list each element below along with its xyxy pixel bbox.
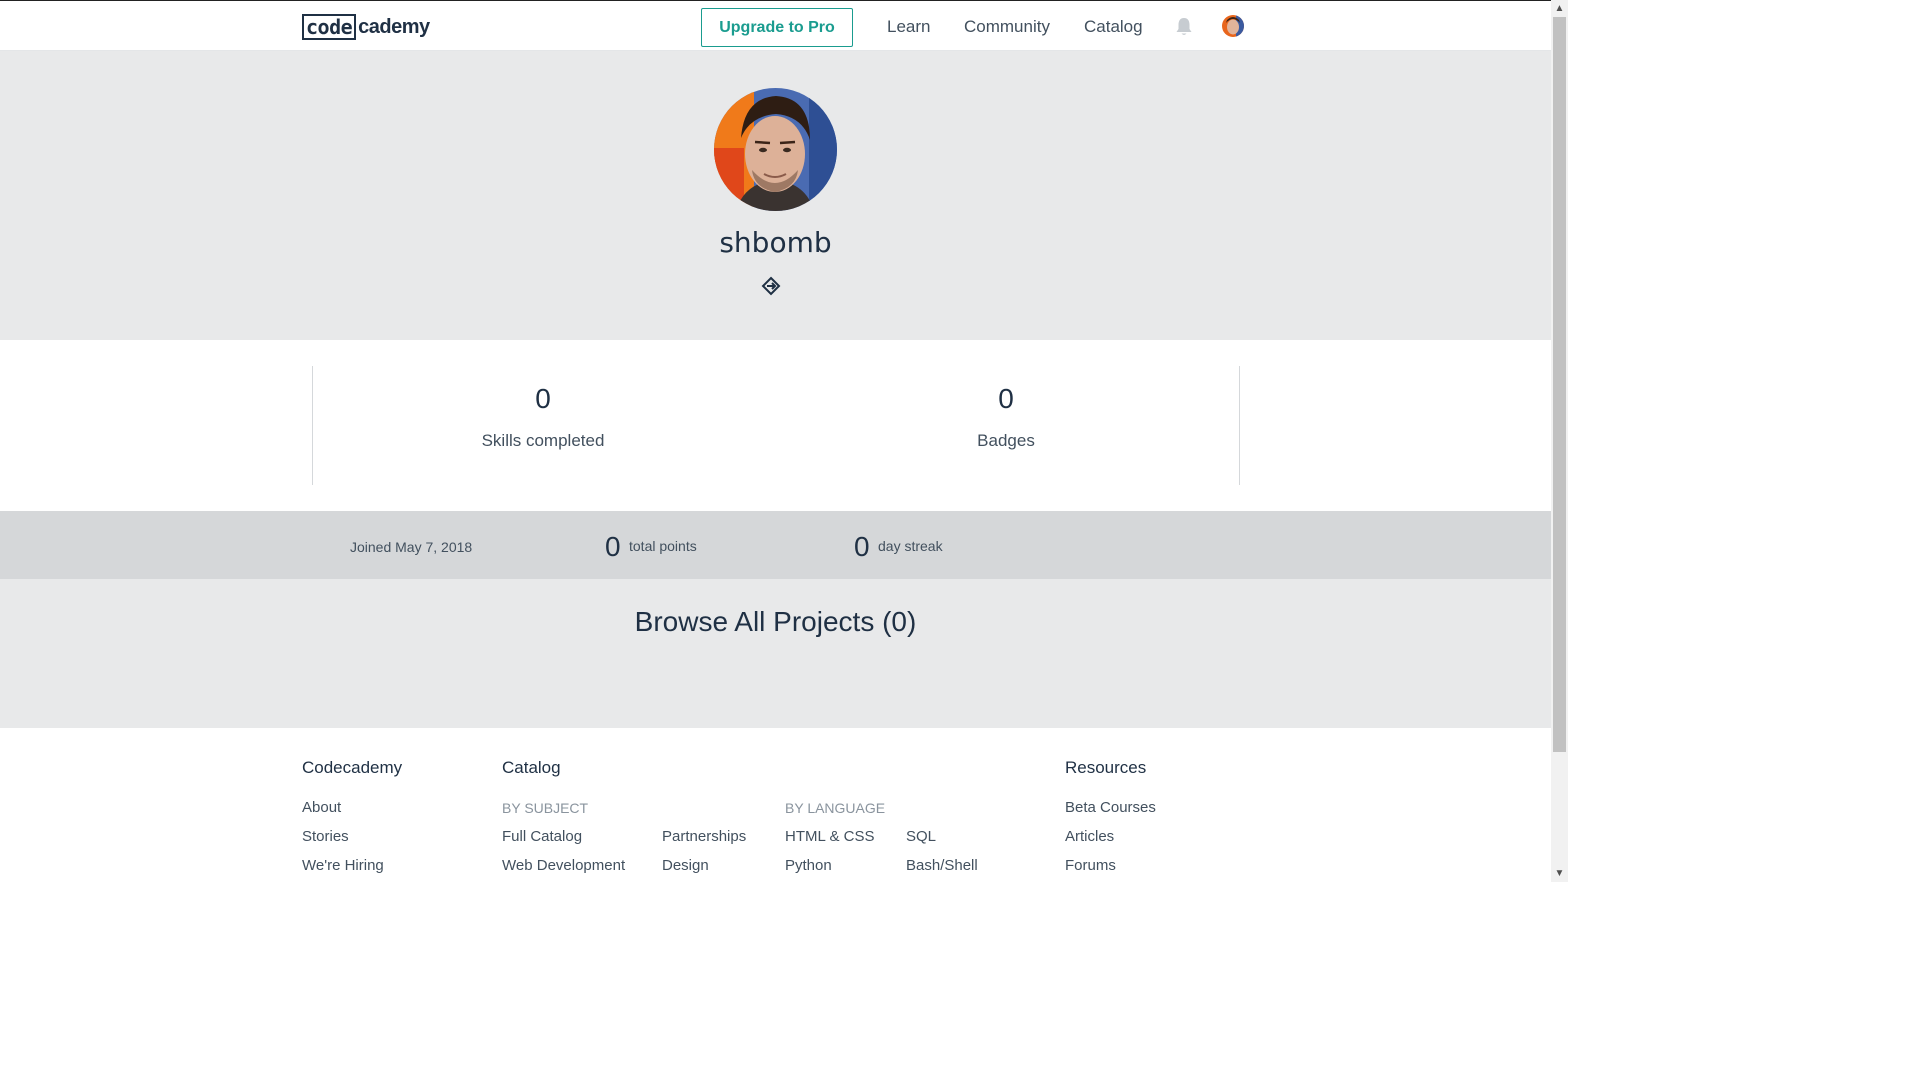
footer-link-full-catalog[interactable]: Full Catalog (502, 828, 582, 845)
skills-completed-label: Skills completed (481, 431, 605, 450)
footer-by-subject-label: BY SUBJECT (502, 800, 589, 816)
footer-link-partnerships[interactable]: Partnerships (662, 828, 746, 845)
scroll-down-arrow-icon[interactable]: ▼ (1551, 865, 1568, 882)
page-scrollbar[interactable]: ▲ ▼ (1551, 0, 1568, 882)
footer-heading-codecademy: Codecademy (302, 758, 403, 777)
scroll-up-arrow-icon[interactable]: ▲ (1551, 0, 1568, 17)
footer-link-beta-courses[interactable]: Beta Courses (1065, 799, 1156, 816)
total-points-value: 0 (605, 531, 621, 562)
user-avatar[interactable] (1222, 15, 1244, 37)
nav-learn[interactable]: Learn (887, 17, 930, 37)
footer-link-forums[interactable]: Forums (1065, 857, 1116, 874)
profile-photo (714, 88, 837, 211)
footer-link-web-development[interactable]: Web Development (502, 857, 625, 874)
top-navigation-bar: code cademy Upgrade to Pro Learn Communi… (0, 0, 1551, 51)
scrollbar-thumb[interactable] (1553, 17, 1566, 752)
upgrade-to-pro-button[interactable]: Upgrade to Pro (701, 8, 853, 47)
stats-divider-right (1239, 366, 1240, 485)
stats-divider-left (312, 366, 313, 485)
stats-panel: 0 Skills completed 0 Badges (0, 340, 1551, 511)
badges-value: 0 (998, 383, 1014, 414)
footer-link-stories[interactable]: Stories (302, 828, 349, 845)
footer-link-hiring[interactable]: We're Hiring (302, 857, 384, 874)
day-streak-label: day streak (878, 538, 943, 554)
footer-link-html-css[interactable]: HTML & CSS (785, 828, 874, 845)
nav-catalog[interactable]: Catalog (1084, 17, 1143, 37)
logo-rest-text: cademy (358, 15, 430, 38)
footer-heading-resources: Resources (1065, 758, 1147, 777)
nav-community[interactable]: Community (964, 17, 1050, 37)
badges-label: Badges (977, 431, 1035, 450)
footer-link-sql[interactable]: SQL (906, 828, 936, 845)
footer-link-about[interactable]: About (302, 799, 341, 816)
total-points-label: total points (629, 538, 697, 554)
profile-header: shbomb (0, 51, 1551, 340)
footer-heading-catalog: Catalog (502, 758, 561, 777)
footer-link-bash-shell[interactable]: Bash/Shell (906, 857, 978, 874)
bell-icon[interactable] (1175, 17, 1193, 37)
day-streak-value: 0 (854, 531, 870, 562)
profile-photo-image (714, 88, 837, 211)
footer-link-articles[interactable]: Articles (1065, 828, 1114, 845)
site-footer: Codecademy About Stories We're Hiring Ca… (0, 728, 1551, 882)
footer-by-language-label: BY LANGUAGE (785, 800, 886, 816)
footer-link-design[interactable]: Design (662, 857, 709, 874)
profile-info-bar: Joined May 7, 2018 0 total points 0 day … (0, 511, 1551, 579)
avatar-image (1222, 15, 1244, 37)
link-icon[interactable] (761, 276, 781, 296)
browse-all-projects-link[interactable]: Browse All Projects (0) (0, 606, 1551, 638)
projects-section: Browse All Projects (0) (0, 579, 1551, 728)
logo-boxed-text: code (302, 14, 357, 40)
footer-link-python[interactable]: Python (785, 857, 832, 874)
codecademy-logo[interactable]: code cademy (302, 13, 430, 41)
skills-completed-value: 0 (535, 383, 551, 414)
username: shbomb (719, 226, 832, 259)
joined-date: Joined May 7, 2018 (350, 539, 473, 555)
